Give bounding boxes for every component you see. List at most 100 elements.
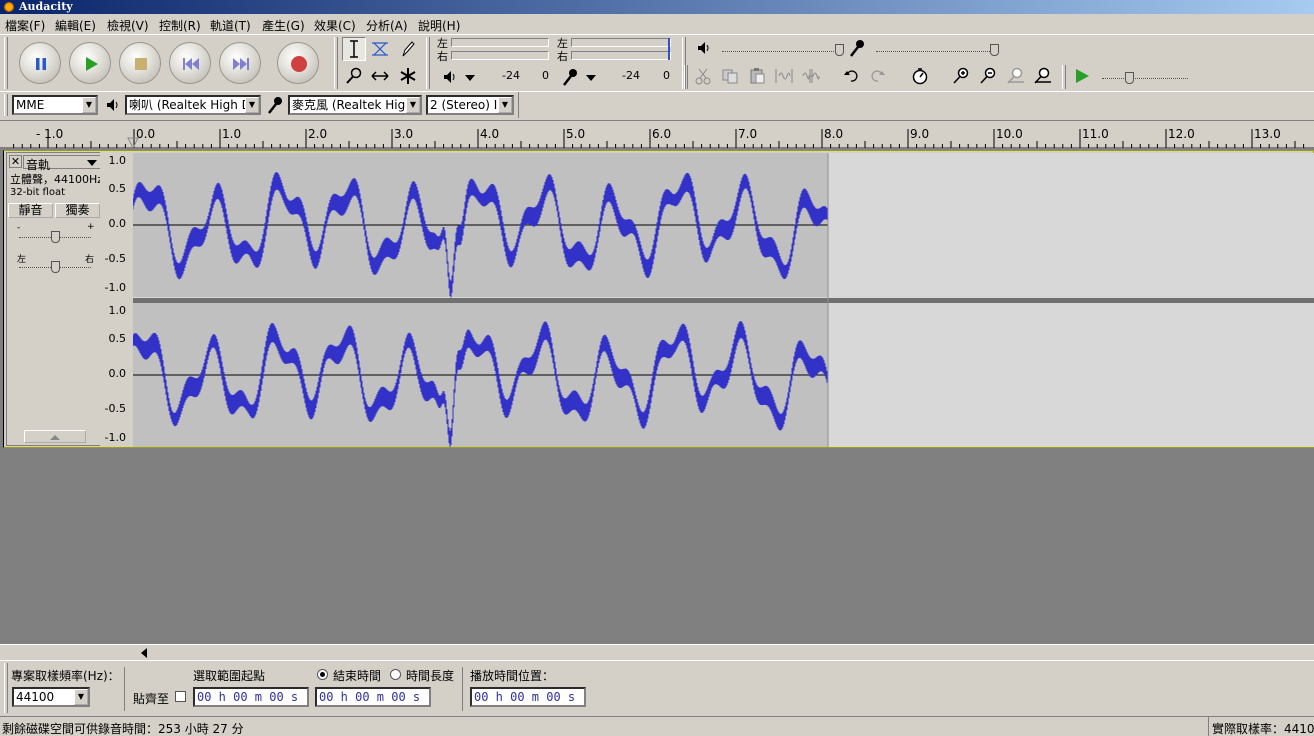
solo-button[interactable]: 獨奏 [55,203,100,218]
menu-transport[interactable]: 控制(R) [159,17,201,34]
paste-button[interactable] [745,65,769,87]
toolbar-grip[interactable] [334,37,338,89]
audio-host-select[interactable]: MME ▼ [12,95,98,115]
pan-slider[interactable] [51,261,60,273]
output-volume-slider[interactable] [835,44,844,56]
toolbar-grip[interactable] [684,65,688,89]
ruler-tick-label: - 1.0 [36,127,64,141]
scroll-left-icon[interactable] [138,647,150,659]
speaker-icon[interactable] [442,69,458,85]
copy-button[interactable] [718,65,742,87]
menu-analyze[interactable]: 分析(A) [366,17,408,34]
toolbar-grip[interactable] [4,37,8,89]
snap-to-checkbox[interactable] [175,691,186,702]
gain-plus-label: + [87,222,95,232]
play-meter-right-bar[interactable] [451,51,549,60]
timeline-ruler[interactable]: - 1.0 0.0 1.0 2.0 3.0 4.0 5.0 6.0 7.0 8.0 9.0 10.0 1… [0,120,1314,148]
amplitude-label: 0.5 [108,182,127,195]
length-radio[interactable] [390,669,401,680]
selection-start-time[interactable]: 00 h 00 m 00 s [193,687,309,707]
chevron-down-icon: ▼ [406,97,420,113]
track-menu-button[interactable]: 音軌 [23,155,101,172]
zoom-in-button[interactable] [949,65,973,87]
undo-button[interactable] [839,65,863,87]
menu-edit[interactable]: 編輯(E) [55,17,96,34]
chevron-down-icon[interactable] [462,72,478,84]
ruler-tick-label: 6.0 [652,127,672,141]
menu-generate[interactable]: 產生(G) [262,17,305,34]
pencil-icon [402,41,415,57]
mute-button[interactable]: 靜音 [8,203,53,218]
track-area[interactable]: ✕ 音軌 立體聲，44100Hz 32-bit float 靜音 獨奏 - + … [0,148,1314,648]
ruler-tick-label: 1.0 [222,127,242,141]
menu-effect[interactable]: 效果(C) [314,17,356,34]
play-meter-left-bar[interactable] [451,38,549,47]
multi-tool-button[interactable] [396,64,420,88]
audio-track[interactable]: ✕ 音軌 立體聲，44100Hz 32-bit float 靜音 獨奏 - + … [3,150,1314,448]
zoom-tool-button[interactable] [342,64,366,88]
silence-icon [802,69,820,83]
toolbar-grip[interactable] [4,94,8,116]
toolbar-grip[interactable] [1062,65,1066,89]
amplitude-label: 1.0 [108,154,127,167]
time-shift-tool-button[interactable] [368,64,392,88]
menu-file[interactable]: 檔案(F) [5,17,45,34]
cut-button[interactable] [691,65,715,87]
zoom-out-button[interactable] [976,65,1000,87]
input-device-value: 麥克風 (Realtek High [292,98,413,112]
redo-button[interactable] [866,65,890,87]
menu-help[interactable]: 說明(H) [418,17,460,34]
input-volume-slider[interactable] [990,44,999,56]
menu-tracks[interactable]: 軌道(T) [210,17,251,34]
envelope-tool-button[interactable] [368,37,392,61]
double-arrow-icon [371,71,389,81]
play-button[interactable] [69,42,111,84]
pause-button[interactable] [19,42,61,84]
close-track-button[interactable]: ✕ [9,155,22,168]
audio-position-time[interactable]: 00 h 00 m 00 s [470,687,586,707]
input-volume-track[interactable] [876,51,998,52]
output-device-select[interactable]: 喇叭 (Realtek High D ▼ [125,95,261,115]
silence-button[interactable] [799,65,823,87]
fit-project-button[interactable] [1030,65,1054,87]
chevron-down-icon[interactable] [583,72,599,84]
record-meter-left-bar[interactable] [571,38,671,47]
end-time-radio[interactable] [317,669,328,680]
amplitude-label: 1.0 [108,304,127,317]
redo-icon [871,70,885,82]
skip-start-button[interactable] [169,42,211,84]
vertical-ruler: 1.0 0.5 0.0 -0.5 -1.0 1.0 0.5 0.0 -0.5 -1.0 [100,151,130,447]
trim-button[interactable] [772,65,796,87]
sync-lock-button[interactable] [908,65,932,87]
fit-selection-button[interactable] [1003,65,1027,87]
input-channels-select[interactable]: 2 (Stereo) I ▼ [426,95,514,115]
stop-button[interactable] [119,42,161,84]
skip-end-button[interactable] [219,42,261,84]
selection-start-label: 選取範圍起點 [193,669,266,683]
project-rate-select[interactable]: 44100 ▼ [12,687,90,707]
draw-tool-button[interactable] [396,37,420,61]
play-speed-slider[interactable] [1125,72,1134,84]
gain-slider[interactable] [51,231,60,243]
output-volume-track[interactable] [722,51,842,52]
selection-tool-button[interactable] [342,37,366,61]
input-device-select[interactable]: 麥克風 (Realtek High ▼ [288,95,422,115]
play-at-speed-button[interactable] [1070,65,1094,87]
audio-position-value: 00 h 00 m 00 s [474,690,576,704]
waveform-display[interactable] [133,153,1314,447]
record-meter-right-bar[interactable] [571,51,671,60]
collapse-track-button[interactable] [24,430,86,443]
toolbar-grip[interactable] [426,37,430,89]
toolbar-grip[interactable] [4,663,8,713]
horizontal-scrollbar[interactable] [0,644,1314,660]
play-speed-track[interactable] [1102,78,1188,79]
input-channels-value: 2 (Stereo) I [430,98,498,112]
ruler-tick-label: 10.0 [996,127,1023,141]
output-device-value: 喇叭 (Realtek High D [129,98,251,112]
record-button[interactable] [277,42,319,84]
microphone-icon[interactable] [561,67,579,87]
menu-view[interactable]: 檢視(V) [107,17,149,34]
record-meter-right-label: 右 [557,50,568,63]
selection-end-time[interactable]: 00 h 00 m 00 s [315,687,431,707]
paste-icon [750,68,765,84]
